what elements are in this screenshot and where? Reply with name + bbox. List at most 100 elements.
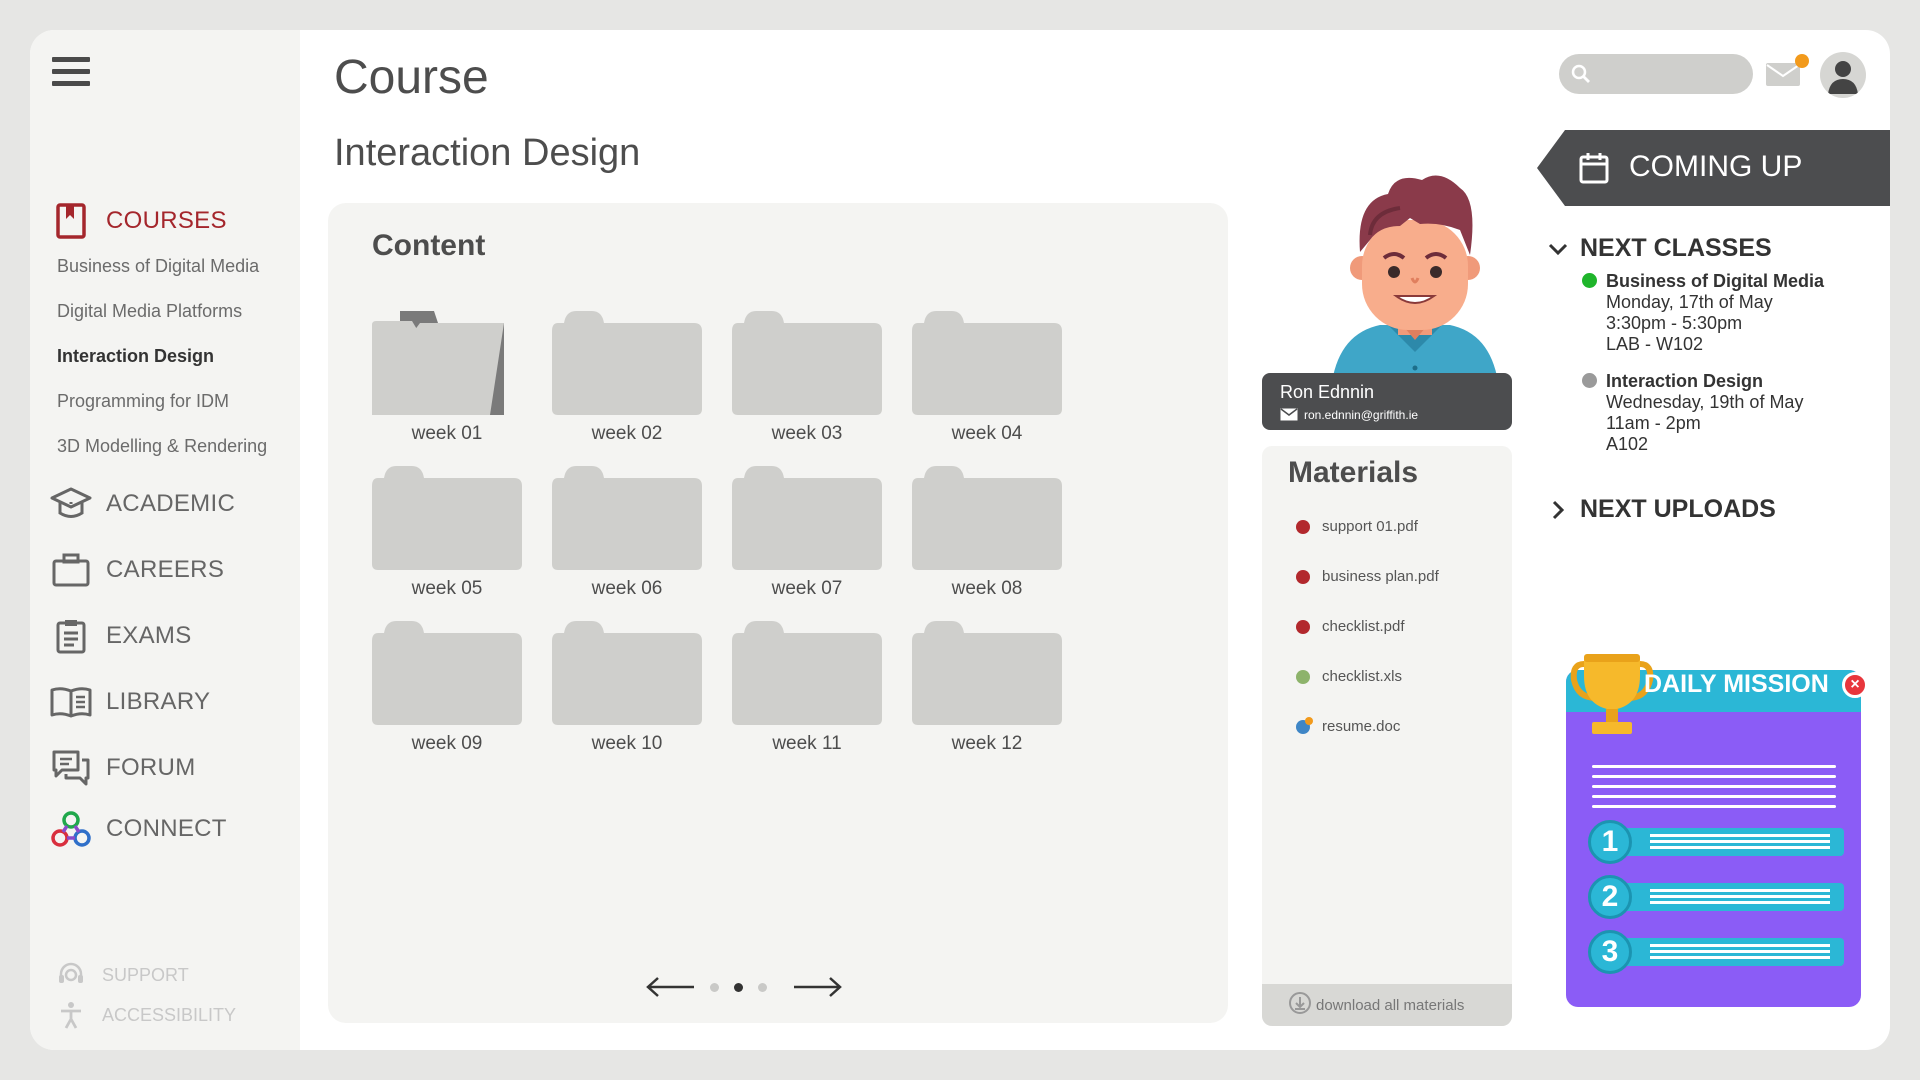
- nav-careers[interactable]: CAREERS: [50, 549, 224, 591]
- download-all-button[interactable]: download all materials: [1262, 984, 1512, 1026]
- tutor-email-link[interactable]: ron.ednnin@griffith.ie: [1304, 408, 1418, 422]
- folder-item[interactable]: week 11: [732, 621, 882, 755]
- nav-courses-label: COURSES: [106, 207, 227, 234]
- mission-step-number: 3: [1588, 930, 1632, 974]
- connect-icon: [50, 808, 92, 850]
- folder-icon: [912, 466, 1062, 570]
- next-arrow-icon[interactable]: [792, 973, 844, 1006]
- pager: [644, 973, 854, 1003]
- folder-item[interactable]: week 03: [732, 311, 882, 445]
- nav-courses[interactable]: COURSES: [50, 200, 227, 242]
- download-icon: [1288, 991, 1312, 1019]
- user-icon: [1828, 61, 1858, 94]
- folder-item[interactable]: week 01: [372, 311, 522, 445]
- materials-panel: Materials support 01.pdf business plan.pd…: [1262, 446, 1512, 1026]
- mission-step[interactable]: 3: [1588, 930, 1844, 974]
- next-uploads-toggle[interactable]: NEXT UPLOADS: [1548, 495, 1776, 524]
- folder-label: week 11: [772, 733, 842, 754]
- file-type-dot: [1296, 569, 1310, 584]
- course-3d-modelling[interactable]: 3D Modelling & Rendering: [57, 436, 267, 457]
- material-name: checklist.pdf: [1322, 618, 1405, 635]
- mission-step-number: 2: [1588, 875, 1632, 919]
- class-item[interactable]: Business of Digital Media Monday, 17th o…: [1582, 270, 1824, 355]
- folder-item[interactable]: week 05: [372, 466, 522, 600]
- folder-item[interactable]: week 02: [552, 311, 702, 445]
- mission-step-bar: [1610, 828, 1844, 856]
- folder-icon: [552, 621, 702, 725]
- open-folder-icon: [372, 311, 504, 415]
- nav-library-label: LIBRARY: [106, 688, 211, 715]
- user-avatar[interactable]: [1820, 52, 1866, 98]
- hamburger-menu-icon[interactable]: [52, 57, 90, 87]
- mail-button[interactable]: [1765, 54, 1809, 90]
- class-time: 3:30pm - 5:30pm: [1606, 313, 1743, 333]
- course-interaction-design[interactable]: Interaction Design: [57, 346, 214, 367]
- nav-academic[interactable]: ACADEMIC: [50, 483, 235, 525]
- folder-item[interactable]: week 06: [552, 466, 702, 600]
- folder-label: week 09: [411, 733, 483, 754]
- folder-item[interactable]: week 07: [732, 466, 882, 600]
- headset-icon: [56, 960, 86, 990]
- file-type-dot: [1296, 716, 1313, 734]
- material-name: business plan.pdf: [1322, 568, 1439, 585]
- class-name: Interaction Design: [1606, 371, 1764, 391]
- course-programming-for-idm[interactable]: Programming for IDM: [57, 391, 229, 412]
- nav-exams-label: EXAMS: [106, 622, 192, 649]
- briefcase-icon: [50, 549, 92, 591]
- mission-text-line: [1592, 775, 1836, 778]
- folder-item[interactable]: week 08: [912, 466, 1062, 600]
- pager-dot[interactable]: [758, 983, 767, 992]
- next-classes-toggle[interactable]: NEXT CLASSES: [1548, 234, 1772, 263]
- nav-library[interactable]: LIBRARY: [50, 681, 210, 723]
- support-link[interactable]: SUPPORT: [56, 960, 189, 990]
- nav-careers-label: CAREERS: [106, 556, 225, 583]
- mission-text-line: [1592, 805, 1836, 808]
- prev-arrow-icon[interactable]: [644, 973, 696, 1006]
- mission-step[interactable]: 2: [1588, 875, 1844, 919]
- app-window: COURSES Business of Digital Media Digita…: [30, 30, 1890, 1050]
- search-input[interactable]: [1559, 54, 1753, 94]
- folder-icon: [912, 621, 1062, 725]
- mission-step-bar: [1610, 938, 1844, 966]
- tutor-card: Ron Ednnin ron.ednnin@griffith.ie: [1262, 373, 1512, 430]
- folder-icon: [372, 621, 522, 725]
- coming-up-title: COMING UP: [1629, 150, 1803, 183]
- class-time: 11am - 2pm: [1606, 413, 1701, 433]
- chat-bubbles-icon: [50, 747, 92, 789]
- chevron-right-icon: [1552, 500, 1565, 519]
- accessibility-link[interactable]: ACCESSIBILITY: [56, 1000, 236, 1030]
- download-all-label: download all materials: [1316, 996, 1465, 1014]
- material-item[interactable]: resume.doc: [1296, 716, 1401, 735]
- coming-up-banner[interactable]: COMING UP: [1537, 130, 1890, 206]
- close-icon[interactable]: ×: [1842, 672, 1868, 698]
- pager-dot[interactable]: [710, 983, 719, 992]
- tutor-name: Ron Ednnin: [1280, 382, 1375, 402]
- material-item[interactable]: checklist.xls: [1296, 668, 1402, 685]
- class-item[interactable]: Interaction Design Wednesday, 19th of Ma…: [1582, 370, 1803, 455]
- material-item[interactable]: business plan.pdf: [1296, 568, 1439, 585]
- material-item[interactable]: support 01.pdf: [1296, 518, 1418, 535]
- class-status-dot: [1582, 373, 1597, 388]
- mission-text-line: [1592, 795, 1836, 798]
- folder-label: week 03: [771, 423, 843, 444]
- mission-text-line: [1592, 785, 1836, 788]
- nav-connect[interactable]: CONNECT: [50, 808, 227, 850]
- pager-dot-active[interactable]: [734, 983, 743, 992]
- material-item[interactable]: checklist.pdf: [1296, 618, 1405, 635]
- daily-mission-widget[interactable]: 1 2 3 DAILY MISSION ×: [1566, 640, 1890, 1010]
- class-room: LAB - W102: [1606, 334, 1704, 354]
- nav-forum[interactable]: FORUM: [50, 747, 195, 789]
- folder-label: week 04: [951, 423, 1023, 444]
- mission-step[interactable]: 1: [1588, 820, 1844, 864]
- folder-item[interactable]: week 09: [372, 621, 522, 755]
- folder-item[interactable]: week 10: [552, 621, 702, 755]
- search-icon: [1571, 64, 1591, 89]
- nav-exams[interactable]: EXAMS: [50, 615, 192, 657]
- folder-item[interactable]: week 12: [912, 621, 1062, 755]
- course-digital-media-platforms[interactable]: Digital Media Platforms: [57, 301, 242, 322]
- file-badge: [1305, 716, 1313, 725]
- material-name: resume.doc: [1322, 718, 1401, 735]
- course-business-of-digital-media[interactable]: Business of Digital Media: [57, 256, 259, 277]
- graduation-cap-icon: [50, 483, 92, 525]
- folder-item[interactable]: week 04: [912, 311, 1062, 445]
